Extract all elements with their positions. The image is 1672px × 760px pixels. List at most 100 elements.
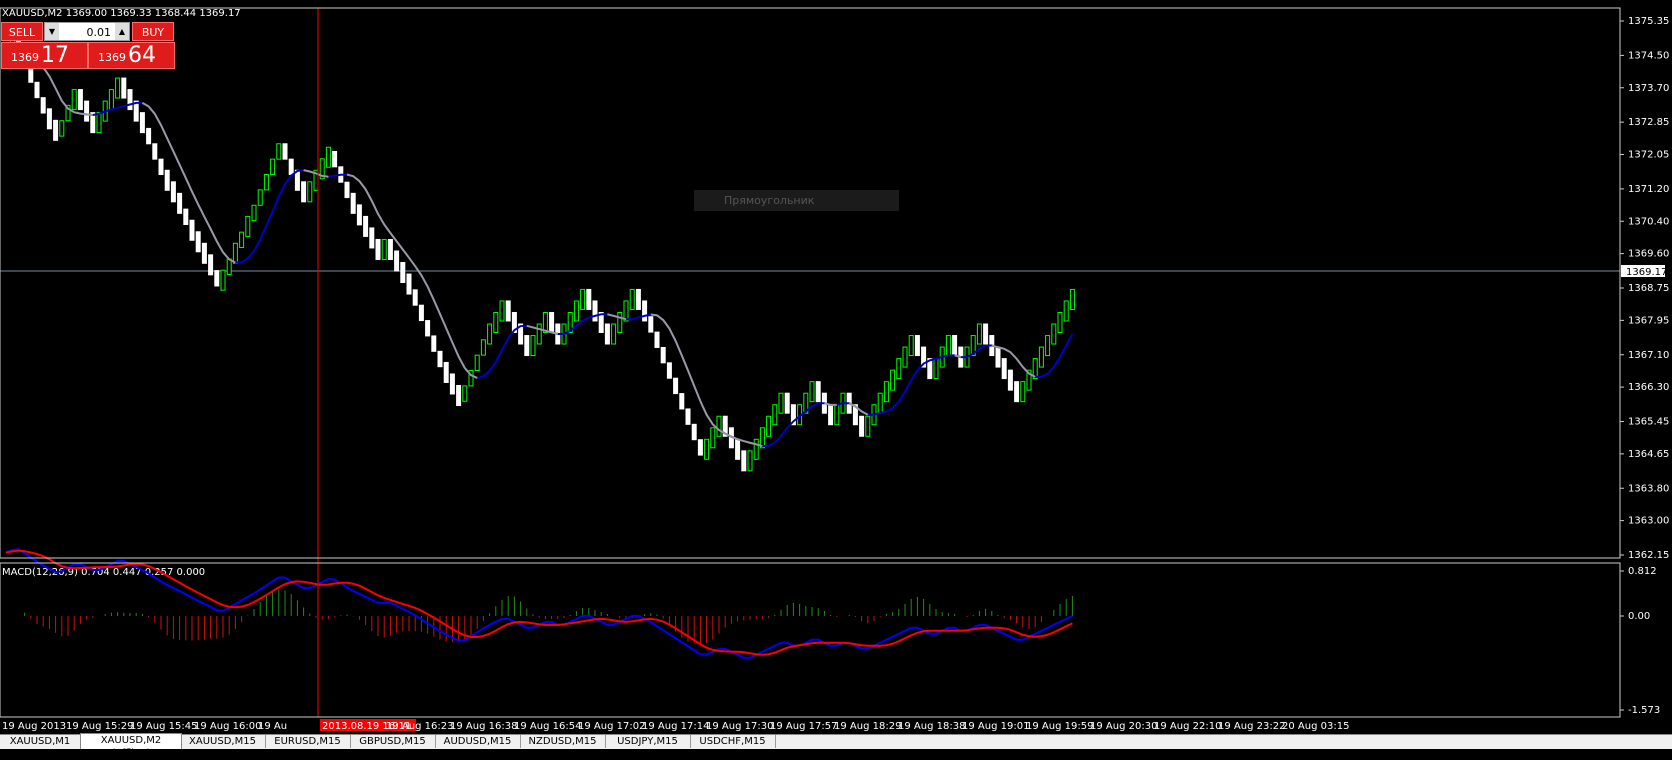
price-axis-label: 1368.75 <box>1628 283 1669 294</box>
bear-brick <box>859 415 865 437</box>
bull-brick <box>493 311 499 333</box>
bull-brick <box>245 215 251 237</box>
bear-brick <box>437 350 443 368</box>
bull-brick <box>462 385 468 402</box>
buy-button[interactable]: BUY <box>132 22 174 41</box>
bear-brick <box>282 143 288 160</box>
bear-brick <box>952 335 958 357</box>
chart-tabs-bar: XAUUSD,M1 XAUUSD,M2 (offline) XAUUSD,M15 EU… <box>0 733 1672 759</box>
price-axis-label: 1369.60 <box>1628 249 1669 260</box>
bear-brick <box>152 143 158 160</box>
chart-tab[interactable]: NZDUSD,M15 <box>520 735 606 748</box>
price-axis-label: 1363.00 <box>1628 516 1669 527</box>
time-axis-label: 19 Aug 15:29 <box>66 721 133 732</box>
bear-brick <box>412 289 418 306</box>
chart-tab[interactable]: EURUSD,M15 <box>265 735 351 748</box>
lot-size-input[interactable]: ▼ 0.01 ▲ <box>44 22 130 41</box>
price-axis-label: 1363.80 <box>1628 483 1669 494</box>
bear-brick <box>654 331 660 348</box>
ma-line-gray <box>607 313 627 321</box>
bear-brick <box>648 316 654 333</box>
bull-brick <box>220 269 226 291</box>
chart-tab[interactable]: XAUUSD,M1 <box>0 735 81 748</box>
chart-tab[interactable]: USDJPY,M15 <box>605 735 691 748</box>
bear-brick <box>666 362 672 379</box>
rectangle-object[interactable]: Прямоугольник <box>694 190 899 211</box>
bull-brick <box>902 346 908 368</box>
macd-axis-label: -1.573 <box>1628 705 1660 716</box>
lot-decrease-icon[interactable]: ▼ <box>45 23 59 40</box>
chart-tab[interactable]: XAUUSD,M2 (offline) <box>80 733 182 759</box>
bear-brick <box>815 381 821 403</box>
time-axis-label: 20 Aug 03:15 <box>1282 721 1349 732</box>
bear-brick <box>1007 369 1013 391</box>
bull-brick <box>753 438 759 460</box>
bear-brick <box>350 192 356 214</box>
chart-tab[interactable]: USDCHF,M15 <box>690 735 776 748</box>
time-axis-label: 19 Aug 16:54 <box>514 721 581 732</box>
sell-price-box[interactable]: 1369 17 <box>1 42 88 69</box>
bull-brick <box>115 77 121 99</box>
bull-brick <box>617 311 623 333</box>
price-axis-label: 1365.45 <box>1628 417 1669 428</box>
bear-brick <box>604 323 610 345</box>
sell-price-small: 1369 <box>11 51 39 64</box>
bull-brick <box>834 404 840 426</box>
bull-brick <box>883 381 889 403</box>
bear-brick <box>549 311 555 333</box>
time-axis-label: 19 Aug 16:23 <box>386 721 453 732</box>
bear-brick <box>449 373 455 395</box>
chart-tab[interactable]: GBPUSD,M15 <box>350 735 436 748</box>
bear-brick <box>77 89 83 111</box>
bear-brick <box>127 89 133 111</box>
bear-brick <box>164 169 170 191</box>
bear-brick <box>505 300 511 322</box>
bull-brick <box>704 438 710 460</box>
macd-main-line <box>5 548 1073 659</box>
bull-brick <box>896 358 902 380</box>
bear-brick <box>288 158 294 176</box>
bear-brick <box>344 181 350 199</box>
chart-tab[interactable]: AUDUSD,M15 <box>435 735 521 748</box>
sell-button[interactable]: SELL <box>1 22 43 41</box>
bear-brick <box>183 208 189 225</box>
bull-brick <box>1069 288 1075 310</box>
bull-brick <box>276 143 282 160</box>
bear-brick <box>995 346 1001 368</box>
bear-brick <box>673 377 679 395</box>
bear-brick <box>679 393 685 410</box>
time-axis-label: 19 Aug 18:29 <box>834 721 901 732</box>
bull-brick <box>96 112 102 134</box>
time-axis-label: 19 Aug 16:38 <box>450 721 517 732</box>
bull-brick <box>747 450 753 472</box>
bear-brick <box>394 250 400 272</box>
bear-brick <box>914 335 920 357</box>
bear-brick <box>418 304 424 322</box>
bull-brick <box>580 288 586 310</box>
bull-brick <box>976 323 982 345</box>
bull-brick <box>908 335 914 357</box>
chart-tab[interactable]: XAUUSD,M15 <box>180 735 266 748</box>
ma-line-gray <box>650 313 763 447</box>
lot-increase-icon[interactable]: ▲ <box>115 23 129 40</box>
price-pane-frame <box>0 7 1621 559</box>
price-pane <box>0 8 1620 717</box>
buy-price-small: 1369 <box>98 51 126 64</box>
time-axis-label: 19 Aug 17:14 <box>642 721 709 732</box>
bull-brick <box>536 323 542 345</box>
bear-brick <box>369 227 375 249</box>
chart-canvas[interactable]: MACD(12,26,9) 0.704 0.447 0.257 0.000 13… <box>0 0 1672 734</box>
lot-value: 0.01 <box>86 26 112 39</box>
bear-brick <box>456 385 462 407</box>
price-axis-label: 1371.20 <box>1628 184 1669 195</box>
bear-brick <box>158 158 164 176</box>
bear-brick <box>294 169 300 191</box>
bull-brick <box>778 392 784 414</box>
bear-brick <box>642 300 648 322</box>
bull-brick <box>611 323 617 345</box>
price-axis-label: 1375.35 <box>1628 16 1669 27</box>
bear-brick <box>697 439 703 456</box>
buy-price-box[interactable]: 1369 64 <box>88 42 175 69</box>
bear-brick <box>34 81 40 99</box>
bear-brick <box>53 119 59 141</box>
